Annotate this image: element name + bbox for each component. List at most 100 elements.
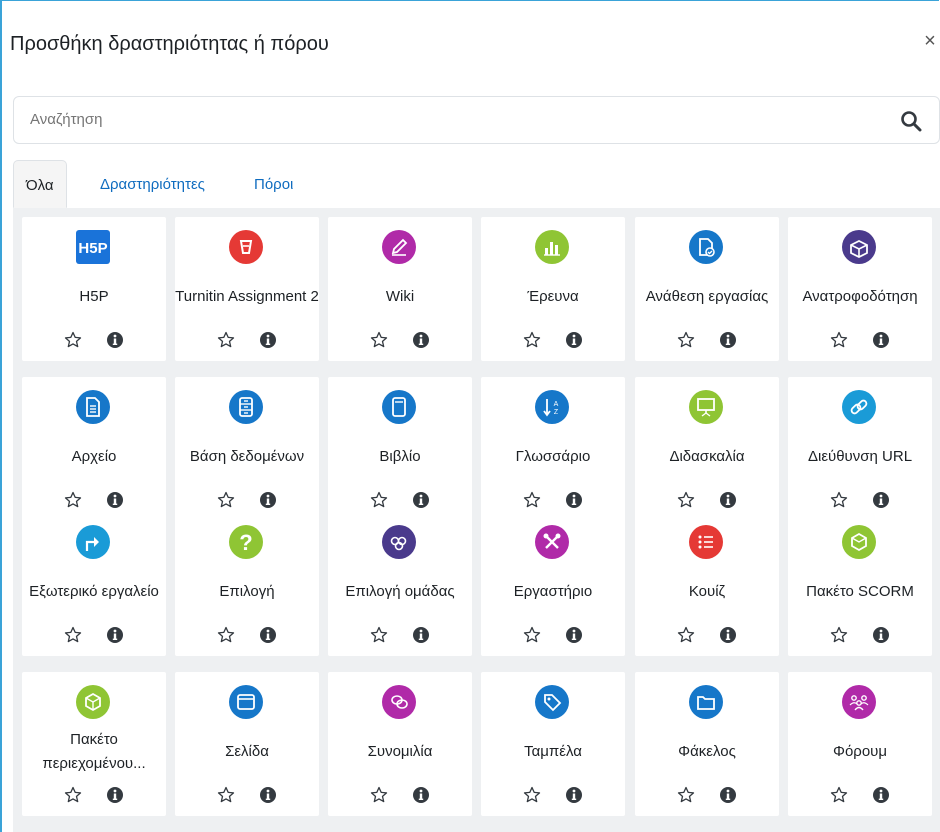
module-card[interactable]: Επιλογή ομάδας <box>328 512 472 656</box>
info-icon[interactable] <box>259 786 277 804</box>
module-card[interactable]: A Z Γλωσσάριο <box>481 377 625 521</box>
module-card[interactable]: Διεύθυνση URL <box>788 377 932 521</box>
link-icon <box>842 390 876 424</box>
star-icon[interactable] <box>830 626 848 644</box>
presentation-icon <box>689 390 723 424</box>
svg-text:A: A <box>554 401 559 408</box>
module-name: Διδασκαλία <box>669 448 745 465</box>
star-icon[interactable] <box>830 331 848 349</box>
info-icon[interactable] <box>565 331 583 349</box>
external-tool-icon <box>76 525 110 559</box>
star-icon[interactable] <box>677 491 695 509</box>
info-icon[interactable] <box>412 786 430 804</box>
glossary-sort-icon: AZ <box>535 390 569 424</box>
module-card[interactable]: Πακέτο SCORM <box>788 512 932 656</box>
bar-chart-icon <box>535 230 569 264</box>
module-card[interactable]: Turnitin Assignment 2 <box>175 217 319 361</box>
module-card[interactable]: Διδασκαλία <box>635 377 779 521</box>
star-icon[interactable] <box>64 331 82 349</box>
star-icon[interactable] <box>523 626 541 644</box>
star-icon[interactable] <box>370 491 388 509</box>
info-icon[interactable] <box>412 331 430 349</box>
star-icon[interactable] <box>64 626 82 644</box>
module-card[interactable]: Βάση δεδομένων <box>175 377 319 521</box>
svg-text:H5P: H5P <box>78 240 107 257</box>
info-icon[interactable] <box>565 491 583 509</box>
star-icon[interactable] <box>523 331 541 349</box>
search-input[interactable] <box>30 111 850 128</box>
search-icon[interactable] <box>899 109 923 133</box>
star-icon[interactable] <box>370 786 388 804</box>
star-icon[interactable] <box>217 786 235 804</box>
close-button[interactable]: × <box>922 30 938 53</box>
info-icon[interactable] <box>259 491 277 509</box>
star-icon[interactable] <box>830 786 848 804</box>
tab-activities[interactable]: Δραστηριότητες <box>88 160 217 208</box>
star-icon[interactable] <box>64 491 82 509</box>
info-icon[interactable] <box>412 626 430 644</box>
star-icon[interactable] <box>370 331 388 349</box>
module-card[interactable]: Wiki <box>328 217 472 361</box>
module-card[interactable]: Πακέτο περιεχομένου... <box>22 672 166 816</box>
info-icon[interactable] <box>872 786 890 804</box>
tab-all[interactable]: Όλα <box>13 160 67 208</box>
module-name: Φόρουμ <box>832 743 888 760</box>
feedback-box-icon <box>842 230 876 264</box>
info-icon[interactable] <box>412 491 430 509</box>
module-card[interactable]: Βιβλίο <box>328 377 472 521</box>
star-icon[interactable] <box>523 786 541 804</box>
star-icon[interactable] <box>64 786 82 804</box>
module-name: Πακέτο περιεχομένου... <box>42 731 146 772</box>
module-name: Συνομιλία <box>367 743 433 760</box>
tab-resources[interactable]: Πόροι <box>242 160 305 208</box>
info-icon[interactable] <box>719 491 737 509</box>
star-icon[interactable] <box>217 331 235 349</box>
module-name: Επιλογή ομάδας <box>345 583 455 600</box>
info-icon[interactable] <box>872 331 890 349</box>
module-card[interactable]: Ανατροφοδότηση <box>788 217 932 361</box>
info-icon[interactable] <box>106 491 124 509</box>
module-card[interactable]: Φάκελος <box>635 672 779 816</box>
info-icon[interactable] <box>872 491 890 509</box>
dialog-title: Προσθήκη δραστηριότητας ή πόρου <box>10 33 329 55</box>
module-card[interactable]: Φόρουμ <box>788 672 932 816</box>
info-icon[interactable] <box>259 626 277 644</box>
tools-icon <box>535 525 569 559</box>
module-card[interactable]: H5P H5P <box>22 217 166 361</box>
pencil-icon <box>382 230 416 264</box>
star-icon[interactable] <box>677 786 695 804</box>
module-card[interactable]: Σελίδα <box>175 672 319 816</box>
info-icon[interactable] <box>106 786 124 804</box>
module-card[interactable]: Κουίζ <box>635 512 779 656</box>
module-card[interactable]: Ανάθεση εργασίας <box>635 217 779 361</box>
info-icon[interactable] <box>719 331 737 349</box>
star-icon[interactable] <box>830 491 848 509</box>
info-icon[interactable] <box>872 626 890 644</box>
info-icon[interactable] <box>565 786 583 804</box>
svg-text:Z: Z <box>554 409 559 416</box>
module-name: Επιλογή <box>219 583 275 600</box>
module-name: Αρχείο <box>71 448 117 465</box>
star-icon[interactable] <box>217 626 235 644</box>
module-card[interactable]: Αρχείο <box>22 377 166 521</box>
module-card[interactable]: Συνομιλία <box>328 672 472 816</box>
module-card[interactable]: Εξωτερικό εργαλείο <box>22 512 166 656</box>
info-icon[interactable] <box>106 331 124 349</box>
info-icon[interactable] <box>106 626 124 644</box>
star-icon[interactable] <box>523 491 541 509</box>
info-icon[interactable] <box>259 331 277 349</box>
info-icon[interactable] <box>719 626 737 644</box>
star-icon[interactable] <box>677 626 695 644</box>
module-card[interactable]: Εργαστήριο <box>481 512 625 656</box>
star-icon[interactable] <box>370 626 388 644</box>
star-icon[interactable] <box>677 331 695 349</box>
module-card[interactable]: Έρευνα <box>481 217 625 361</box>
module-card[interactable]: ? Επιλογή <box>175 512 319 656</box>
star-icon[interactable] <box>217 491 235 509</box>
module-name: Ταμπέλα <box>524 743 582 760</box>
info-icon[interactable] <box>565 626 583 644</box>
tab-bar: Όλα Δραστηριότητες Πόροι <box>13 160 940 209</box>
info-icon[interactable] <box>719 786 737 804</box>
turnitin-icon <box>229 230 263 264</box>
module-card[interactable]: Ταμπέλα <box>481 672 625 816</box>
